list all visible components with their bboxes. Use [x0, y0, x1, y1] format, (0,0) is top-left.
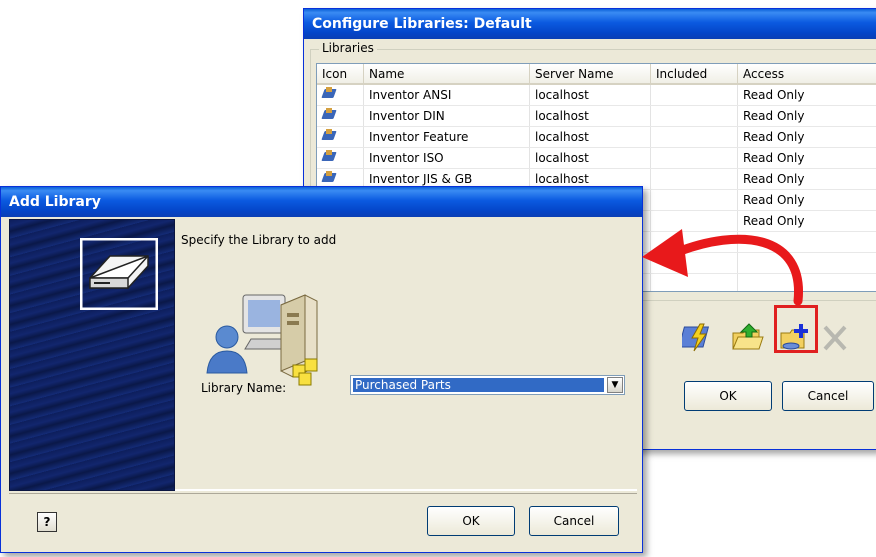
help-icon[interactable]: ?: [37, 512, 57, 532]
row-included: [650, 168, 738, 190]
row-included: [650, 147, 738, 169]
row-server: localhost: [529, 147, 651, 169]
prompt-text: Specify the Library to add: [181, 233, 337, 247]
table-row[interactable]: Inventor ANSI localhost Read Only: [317, 84, 876, 106]
col-included-header[interactable]: Included: [650, 64, 738, 85]
row-name: Inventor ISO: [363, 147, 530, 169]
row-included: [650, 189, 738, 211]
library-icon: [322, 170, 338, 185]
libraries-table-header: Icon Name Server Name Included Access: [317, 64, 876, 85]
chevron-down-icon[interactable]: ▼: [607, 377, 623, 393]
row-access: Read Only: [737, 189, 876, 211]
wizard-side-banner: [9, 219, 175, 491]
add-ok-button[interactable]: OK: [427, 506, 515, 536]
annotation-arrow: [642, 229, 803, 306]
library-name-select[interactable]: Purchased Parts ▼: [350, 375, 625, 395]
row-name: Inventor ANSI: [363, 84, 530, 106]
table-row[interactable]: Inventor ISO localhost Read Only: [317, 147, 876, 169]
add-cancel-button[interactable]: Cancel: [529, 506, 619, 536]
row-access: Read Only: [737, 105, 876, 127]
row-included: [650, 84, 738, 106]
library-name-value: Purchased Parts: [353, 378, 604, 392]
row-access: Read Only: [737, 168, 876, 190]
dialog-content: Specify the Library to add Library Name:: [175, 219, 637, 491]
row-included: [650, 126, 738, 148]
col-server-header[interactable]: Server Name: [529, 64, 651, 85]
table-row[interactable]: Inventor DIN localhost Read Only: [317, 105, 876, 127]
table-row[interactable]: Inventor Feature localhost Read Only: [317, 126, 876, 148]
row-name: Inventor Feature: [363, 126, 530, 148]
remove-library-icon[interactable]: [818, 321, 852, 355]
open-library-icon[interactable]: [730, 321, 764, 355]
library-icon: [322, 128, 338, 143]
configure-icon[interactable]: [678, 321, 716, 355]
row-server: localhost: [529, 84, 651, 106]
library-icon: [322, 149, 338, 164]
row-access: Read Only: [737, 147, 876, 169]
row-name: Inventor DIN: [363, 105, 530, 127]
configure-cancel-button[interactable]: Cancel: [782, 381, 874, 411]
configure-ok-button[interactable]: OK: [684, 381, 772, 411]
col-access-header[interactable]: Access: [737, 64, 876, 85]
row-server: localhost: [529, 126, 651, 148]
library-name-label: Library Name:: [201, 381, 287, 395]
network-user-icon: [206, 294, 318, 386]
library-icon: [322, 107, 338, 122]
col-icon-header[interactable]: Icon: [317, 64, 364, 85]
row-server: localhost: [529, 105, 651, 127]
libraries-group-label: Libraries: [319, 41, 377, 55]
add-library-dialog: Add Library Specify the Library to add L…: [0, 186, 643, 553]
add-library-title: Add Library: [1, 187, 642, 217]
library-icon: [322, 86, 338, 101]
col-name-header[interactable]: Name: [363, 64, 530, 85]
configure-libraries-title: Configure Libraries: Default: [304, 9, 876, 39]
row-access: Read Only: [737, 84, 876, 106]
row-included: [650, 105, 738, 127]
dialog-footer: ? OK Cancel: [9, 493, 637, 546]
row-access: Read Only: [737, 126, 876, 148]
library-drive-icon: [80, 238, 158, 310]
